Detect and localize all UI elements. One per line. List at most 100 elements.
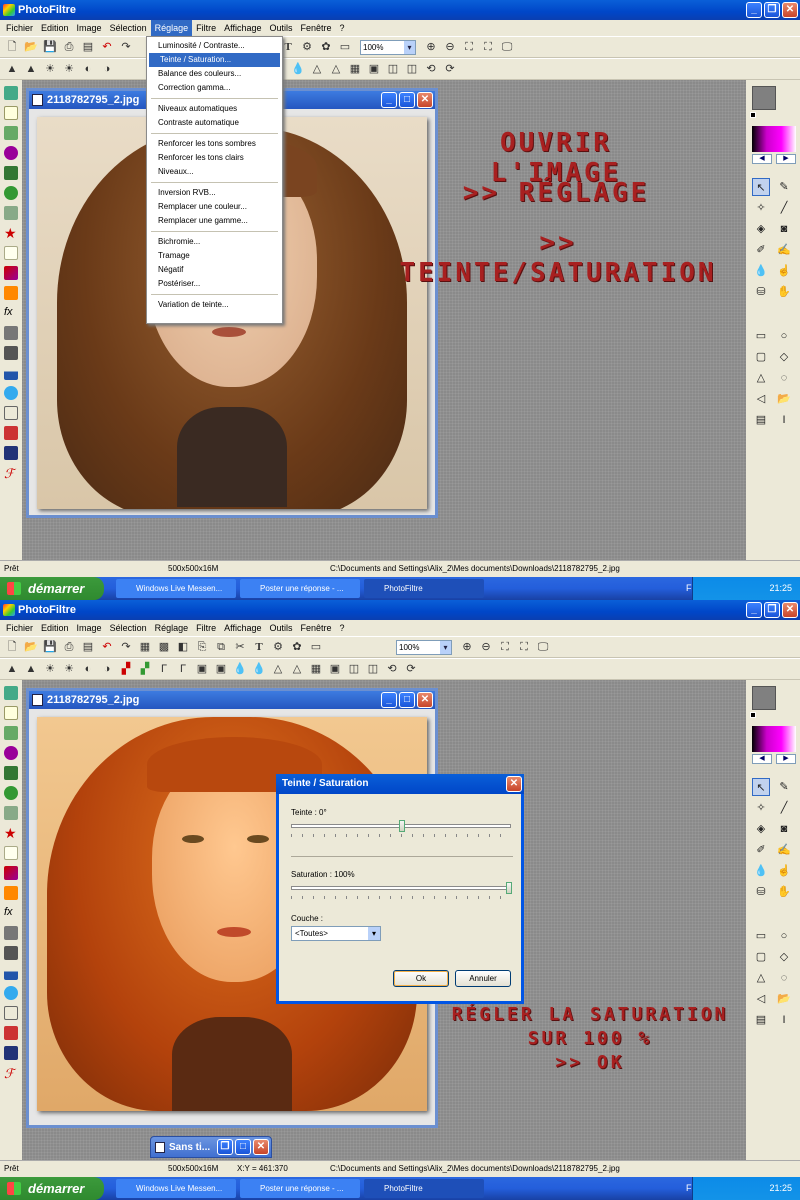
print-icon[interactable]: ⎙: [61, 39, 77, 55]
menu-filtre[interactable]: Filtre: [192, 20, 220, 36]
save-icon[interactable]: 💾: [42, 39, 58, 55]
menu-item-tramage[interactable]: Tramage: [147, 249, 282, 263]
stamp-icon[interactable]: ⛁: [752, 283, 770, 301]
gradient-tool-icon[interactable]: [4, 866, 18, 880]
menu-fichier[interactable]: Fichier: [2, 620, 37, 636]
pattern-icon[interactable]: [4, 926, 18, 940]
image-minimize-button[interactable]: _: [381, 92, 397, 108]
dialog-close-button[interactable]: ✕: [506, 776, 522, 792]
bucket-icon[interactable]: ◈: [752, 820, 770, 838]
redo-icon[interactable]: ↷: [118, 639, 134, 655]
resize-icon[interactable]: ▩: [156, 639, 172, 655]
background-color-swatch[interactable]: [750, 712, 756, 718]
spray-icon[interactable]: ◙: [775, 220, 793, 238]
mini-close-button[interactable]: ✕: [253, 1139, 269, 1155]
rotate-left-icon[interactable]: ⟲: [384, 661, 400, 677]
image-close-button[interactable]: ✕: [417, 92, 433, 108]
menu-selection[interactable]: Sélection: [106, 620, 151, 636]
saturation-up-icon[interactable]: ▞: [118, 661, 134, 677]
start-button[interactable]: démarrer: [0, 577, 104, 600]
menu-item-tons-sombres[interactable]: Renforcer les tons sombres: [147, 137, 282, 151]
restore-button[interactable]: ❐: [764, 2, 780, 18]
image-window-titlebar[interactable]: 2118782795_2.jpg _ □ ✕: [29, 691, 435, 709]
save-icon[interactable]: 💾: [42, 639, 58, 655]
histogram-icon[interactable]: [4, 966, 18, 980]
menu-fenetre[interactable]: Fenêtre: [297, 620, 336, 636]
start-button[interactable]: démarrer: [0, 1177, 104, 1200]
close-button[interactable]: ✕: [782, 602, 798, 618]
taskbar-photofiltre[interactable]: PhotoFiltre: [364, 579, 484, 598]
drop-icon[interactable]: 💧: [752, 262, 770, 280]
menu-item-posteriser[interactable]: Postériser...: [147, 277, 282, 291]
image-maximize-button[interactable]: □: [399, 692, 415, 708]
paste-icon[interactable]: ⧉: [213, 639, 229, 655]
menu-outils[interactable]: Outils: [266, 620, 297, 636]
emboss-icon[interactable]: △: [328, 61, 344, 77]
minimize-button[interactable]: _: [746, 2, 762, 18]
open-folder-icon[interactable]: 📂: [23, 39, 39, 55]
color-swap-icon[interactable]: ▣: [366, 61, 382, 77]
menu-fichier[interactable]: Fichier: [2, 20, 37, 36]
sharpen-icon[interactable]: 💧: [251, 661, 267, 677]
monitor-icon[interactable]: [4, 126, 18, 140]
magic-wand-icon[interactable]: ✧: [752, 199, 770, 217]
menu-help[interactable]: ?: [336, 20, 349, 36]
blur-icon[interactable]: 💧: [232, 661, 248, 677]
menu-item-bichromie[interactable]: Bichromie...: [147, 235, 282, 249]
menu-edition[interactable]: Edition: [37, 620, 73, 636]
triangle-icon[interactable]: △: [752, 369, 770, 387]
zoom-out-icon[interactable]: ⊖: [442, 39, 458, 55]
copy-icon[interactable]: [4, 706, 18, 720]
cut-icon[interactable]: ✂: [232, 639, 248, 655]
taskbar-photofiltre[interactable]: PhotoFiltre: [364, 1179, 484, 1198]
contrast-up-icon[interactable]: ◐: [80, 661, 96, 677]
calculator-icon[interactable]: [4, 686, 18, 700]
line-icon[interactable]: ╱: [775, 199, 793, 217]
menu-reglage[interactable]: Réglage: [151, 620, 193, 636]
canvas-icon[interactable]: ◧: [175, 639, 191, 655]
lasso-icon[interactable]: ◌: [775, 369, 793, 387]
zoom-select[interactable]: 100%: [360, 39, 416, 55]
actual-size-icon[interactable]: ⛶: [480, 39, 496, 55]
menu-outils[interactable]: Outils: [266, 20, 297, 36]
smudge-icon[interactable]: ✍: [775, 241, 793, 259]
menu-affichage[interactable]: Affichage: [220, 20, 265, 36]
emboss-icon[interactable]: △: [289, 661, 305, 677]
palette-icon[interactable]: ✿: [289, 639, 305, 655]
grid-icon[interactable]: [4, 806, 18, 820]
histogram-icon[interactable]: [4, 366, 18, 380]
globe-icon[interactable]: [4, 786, 18, 800]
disk-icon[interactable]: [4, 1046, 18, 1060]
star-icon[interactable]: ★: [4, 826, 18, 840]
mini-maximize-button[interactable]: □: [235, 1139, 251, 1155]
zoom-out-icon[interactable]: ⊖: [478, 639, 494, 655]
menu-edition[interactable]: Edition: [37, 20, 73, 36]
mosaic-icon[interactable]: [4, 946, 18, 960]
brightness-up-icon[interactable]: ☀: [42, 61, 58, 77]
mirror-icon[interactable]: ◫: [365, 661, 381, 677]
grayscale-icon[interactable]: ▣: [194, 661, 210, 677]
ellipse-icon[interactable]: ○: [775, 927, 793, 945]
page-icon[interactable]: [4, 246, 18, 260]
hand-icon[interactable]: ✋: [775, 883, 793, 901]
foreground-color-swatch[interactable]: [752, 686, 776, 710]
mini-restore-button[interactable]: ❐: [217, 1139, 233, 1155]
camera-icon[interactable]: [4, 166, 18, 180]
diamond-icon[interactable]: ◇: [775, 948, 793, 966]
menu-reglage[interactable]: Réglage: [150, 20, 193, 36]
taskbar-messenger[interactable]: Windows Live Messen...: [116, 1179, 236, 1198]
copy-tool-icon[interactable]: ⎘: [194, 639, 210, 655]
dialog-titlebar[interactable]: Teinte / Saturation ✕: [276, 774, 524, 794]
image-close-button[interactable]: ✕: [417, 692, 433, 708]
redo-icon[interactable]: ↷: [118, 39, 134, 55]
brightness-down-icon[interactable]: ☀: [61, 661, 77, 677]
copy-icon[interactable]: [4, 106, 18, 120]
brightness-down-icon[interactable]: ☀: [61, 61, 77, 77]
rounded-rect-icon[interactable]: ▢: [752, 948, 770, 966]
couche-select[interactable]: <Toutes>: [291, 926, 381, 941]
saturation-slider-thumb[interactable]: [506, 882, 512, 894]
fx-icon[interactable]: fx: [4, 906, 18, 920]
gamma-down-icon[interactable]: Γ: [175, 661, 191, 677]
saturation-slider[interactable]: [291, 882, 512, 894]
color-gradient-picker[interactable]: [752, 726, 796, 752]
